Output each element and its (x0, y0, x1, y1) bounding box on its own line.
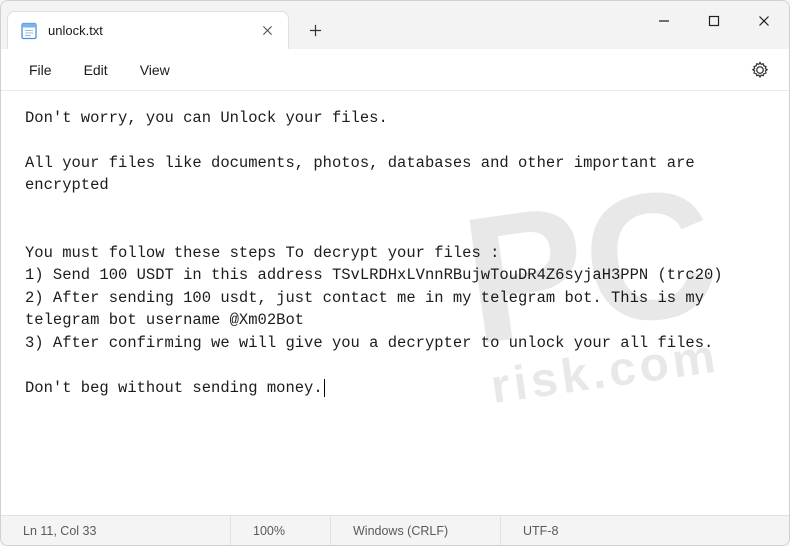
document-text: Don't worry, you can Unlock your files. … (25, 109, 723, 397)
status-zoom[interactable]: 100% (231, 516, 331, 545)
window-controls (639, 1, 789, 41)
status-position: Ln 11, Col 33 (1, 516, 231, 545)
tab-unlock-txt[interactable]: unlock.txt (7, 11, 289, 49)
text-area[interactable]: Don't worry, you can Unlock your files. … (1, 91, 789, 515)
status-eol: Windows (CRLF) (331, 516, 501, 545)
status-bar: Ln 11, Col 33 100% Windows (CRLF) UTF-8 (1, 515, 789, 545)
minimize-button[interactable] (639, 1, 689, 41)
menu-view[interactable]: View (124, 56, 186, 84)
notepad-window: unlock.txt (0, 0, 790, 546)
menu-file[interactable]: File (13, 56, 68, 84)
text-caret (324, 379, 325, 397)
tab-strip: unlock.txt (7, 1, 333, 49)
settings-button[interactable] (745, 55, 775, 85)
tab-label: unlock.txt (48, 23, 248, 38)
close-window-button[interactable] (739, 1, 789, 41)
notepad-icon (20, 22, 38, 40)
menu-edit[interactable]: Edit (68, 56, 124, 84)
gear-icon (751, 61, 769, 79)
status-encoding: UTF-8 (501, 516, 789, 545)
titlebar: unlock.txt (1, 1, 789, 49)
close-tab-button[interactable] (258, 22, 276, 40)
menu-bar: File Edit View (1, 49, 789, 91)
maximize-button[interactable] (689, 1, 739, 41)
new-tab-button[interactable] (297, 12, 333, 48)
